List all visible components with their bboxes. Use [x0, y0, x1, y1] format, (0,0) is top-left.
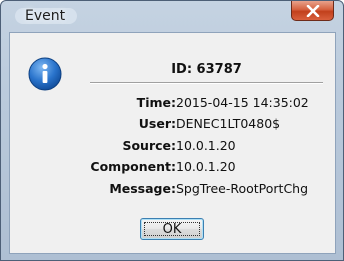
dialog-client-area: ID: 63787 Time: 2015-04-15 14:35:02 User…	[9, 32, 336, 254]
source-label: Source:	[122, 138, 176, 153]
source-value: 10.0.1.20	[176, 138, 236, 153]
message-value: SpgTree-RootPortChg	[176, 181, 309, 196]
window-title: Event	[15, 8, 78, 24]
separator	[90, 82, 323, 84]
ok-button-label: OK	[162, 221, 182, 237]
user-label: User:	[138, 116, 176, 131]
message-label: Message:	[109, 181, 176, 196]
event-dialog-window: Event ID: 63787 Time: 2015-04-15 14:35:0…	[0, 0, 344, 261]
component-label: Component:	[90, 159, 176, 174]
information-icon	[28, 57, 62, 91]
user-value: DENEC1LT0480$	[176, 116, 281, 131]
time-label: Time:	[136, 95, 176, 110]
time-value: 2015-04-15 14:35:02	[176, 95, 309, 110]
close-button[interactable]	[291, 1, 334, 21]
component-value: 10.0.1.20	[176, 159, 236, 174]
event-id: ID: 63787	[171, 62, 242, 77]
title-bar[interactable]: Event	[1, 1, 343, 33]
close-x-icon	[306, 4, 319, 17]
ok-button[interactable]: OK	[140, 218, 204, 240]
